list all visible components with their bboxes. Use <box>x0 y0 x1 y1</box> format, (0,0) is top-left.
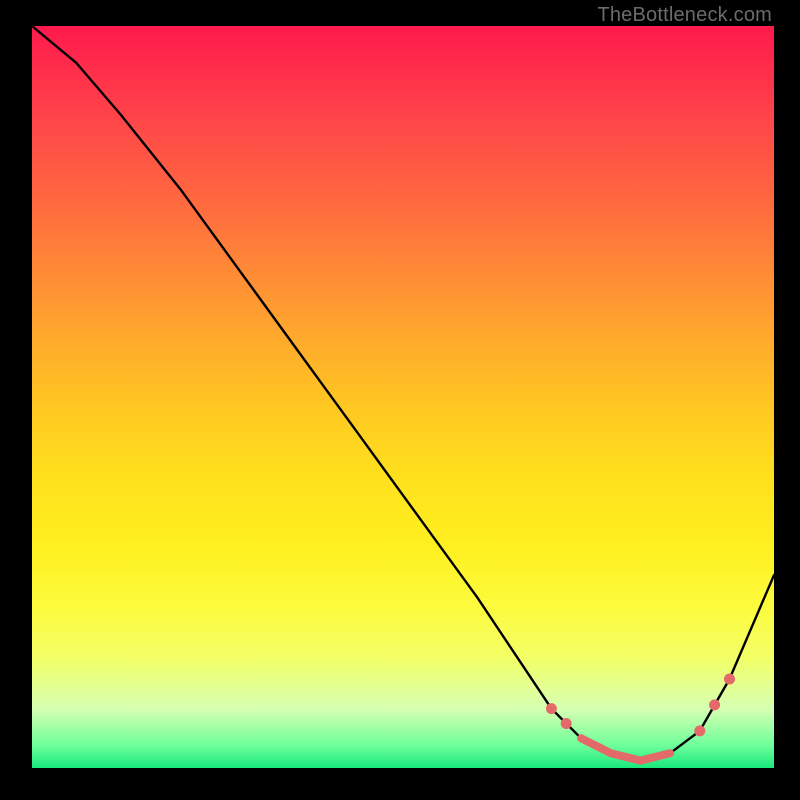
highlight-segment <box>581 738 670 760</box>
highlight-dot <box>694 725 705 736</box>
chart-plot-area <box>32 26 774 768</box>
highlight-dot <box>546 703 557 714</box>
chart-svg <box>32 26 774 768</box>
highlight-dot <box>561 718 572 729</box>
attribution-text: TheBottleneck.com <box>597 4 772 27</box>
highlight-dot <box>709 699 720 710</box>
highlight-dot <box>724 674 735 685</box>
bottleneck-curve <box>32 26 774 761</box>
highlight-dots <box>546 674 735 737</box>
